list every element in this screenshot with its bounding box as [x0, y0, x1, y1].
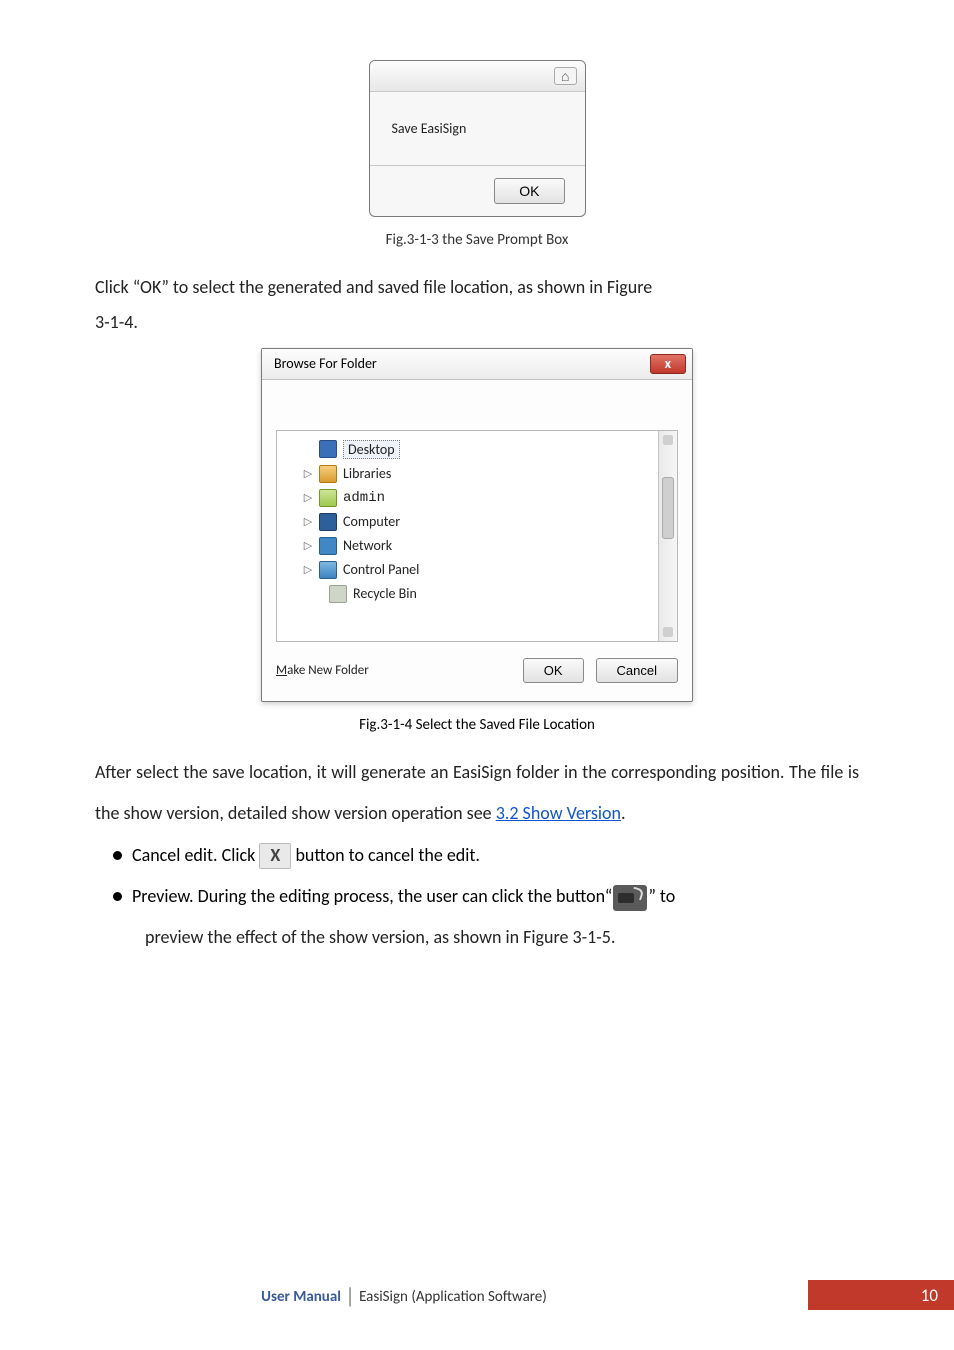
page-number: 10: [808, 1280, 954, 1310]
expand-triangle-icon[interactable]: ▷: [303, 467, 313, 480]
folder-tree[interactable]: Desktop ▷ Libraries ▷ admin ▷ Computer ▷ Network…: [276, 430, 678, 642]
cp-icon: [319, 561, 337, 579]
tree-item-label: Libraries: [343, 465, 391, 482]
ok-button[interactable]: OK: [494, 178, 564, 204]
expand-triangle-icon[interactable]: ▷: [303, 515, 313, 528]
bin-icon: [329, 585, 347, 603]
lib-icon: [319, 465, 337, 483]
close-icon[interactable]: x: [650, 354, 686, 374]
tree-item[interactable]: ▷ Network: [285, 534, 677, 558]
tree-item-label: Computer: [343, 513, 400, 530]
ok-button[interactable]: OK: [523, 658, 584, 683]
scrollbar[interactable]: [658, 431, 677, 641]
user-icon: [319, 489, 337, 507]
tree-item-label: Network: [343, 537, 392, 554]
tree-item[interactable]: ▷ Control Panel: [285, 558, 677, 582]
net-icon: [319, 537, 337, 555]
tree-item[interactable]: ▷ admin: [285, 486, 677, 510]
save-dialog-titlebar: ⌂: [370, 61, 585, 92]
cancel-x-icon[interactable]: X: [259, 843, 291, 869]
expand-triangle-icon[interactable]: ▷: [303, 563, 313, 576]
save-prompt-dialog: ⌂ Save EasiSign OK: [369, 60, 586, 217]
save-dialog-message: Save EasiSign: [370, 92, 585, 165]
bullet-icon: [113, 851, 122, 860]
tree-item[interactable]: Desktop: [285, 437, 677, 462]
comp-icon: [319, 513, 337, 531]
browse-folder-dialog: Browse For Folder x Desktop ▷ Libraries ▷ ad…: [261, 348, 693, 702]
expand-triangle-icon[interactable]: ▷: [303, 539, 313, 552]
tree-item[interactable]: Recycle Bin: [285, 582, 677, 606]
tree-item[interactable]: ▷ Computer: [285, 510, 677, 534]
tree-item-label: Recycle Bin: [353, 585, 417, 602]
body-paragraph: preview the effect of the show version, …: [131, 917, 859, 958]
tree-item-label: admin: [343, 490, 385, 506]
bullet-cancel-edit: Cancel edit. Click X button to cancel th…: [131, 835, 859, 876]
close-icon[interactable]: ⌂: [554, 67, 576, 85]
bullet-preview: Preview. During the editing process, the…: [131, 876, 859, 917]
desktop-icon: [319, 440, 337, 458]
cancel-button[interactable]: Cancel: [596, 658, 678, 683]
make-new-folder-link[interactable]: Make New Folder: [276, 663, 369, 678]
body-paragraph: 3-1-4.: [95, 302, 859, 343]
preview-icon[interactable]: [613, 885, 647, 911]
body-paragraph: After select the save location, it will …: [95, 752, 859, 835]
page-footer: User Manual|EasiSign (Application Softwa…: [0, 1280, 954, 1310]
expand-triangle-icon[interactable]: ▷: [303, 491, 313, 504]
tree-item-label: Control Panel: [343, 561, 419, 578]
browse-dialog-title: Browse For Folder: [274, 355, 377, 372]
figure-caption-313: Fig.3-1-3 the Save Prompt Box: [95, 231, 859, 249]
tree-item[interactable]: ▷ Libraries: [285, 462, 677, 486]
bullet-icon: [113, 892, 122, 901]
show-version-link[interactable]: 3.2 Show Version: [496, 802, 621, 824]
figure-caption-314: Fig.3-1-4 Select the Saved File Location: [95, 716, 859, 734]
tree-item-label: Desktop: [343, 440, 400, 459]
